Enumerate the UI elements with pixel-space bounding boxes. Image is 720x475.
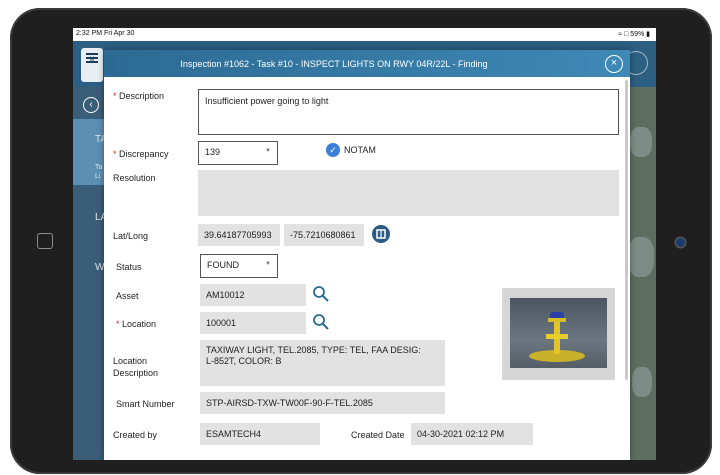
- discrepancy-label: * Discrepancy: [113, 149, 169, 159]
- location-label: * Location: [116, 319, 157, 329]
- location-description-field[interactable]: TAXIWAY LIGHT, TEL.2085, TYPE: TEL, FAA …: [200, 340, 445, 386]
- camera-icon: [676, 238, 685, 247]
- map-terrain: [632, 367, 652, 397]
- modal-header: Inspection #1062 - Task #10 - INSPECT LI…: [104, 50, 630, 77]
- hamburger-icon: [86, 53, 98, 55]
- smart-number-label: Smart Number: [116, 399, 175, 409]
- created-date-label: Created Date: [351, 430, 405, 440]
- tablet-screen: 2:32 PM Fri Apr 30 ≈ □ 59% ▮ M ‹ TA Ta L…: [73, 28, 656, 460]
- longitude-field[interactable]: -75.7210680861: [284, 224, 364, 246]
- asset-field[interactable]: AM10012: [200, 284, 306, 306]
- status-label: Status: [116, 262, 142, 272]
- location-search-icon[interactable]: [312, 313, 330, 331]
- bg-text-2: Ta: [95, 164, 103, 171]
- created-by-label: Created by: [113, 430, 158, 440]
- back-arrow-icon[interactable]: ‹: [83, 97, 99, 113]
- finding-modal: Inspection #1062 - Task #10 - INSPECT LI…: [104, 50, 630, 460]
- chevron-down-icon: ▼: [265, 261, 271, 267]
- latlong-label: Lat/Long: [113, 231, 149, 241]
- chevron-down-icon: ▼: [265, 148, 271, 154]
- menu-button[interactable]: M: [81, 48, 103, 82]
- modal-title: Inspection #1062 - Task #10 - INSPECT LI…: [180, 59, 488, 69]
- location-description-label: Location Description: [113, 356, 159, 378]
- bg-text-3: Li: [95, 173, 101, 180]
- background-side-panel: ‹ TA Ta Li LA W: [73, 87, 107, 460]
- asset-photo: [510, 298, 607, 368]
- resolution-input[interactable]: [198, 170, 619, 216]
- home-button[interactable]: [37, 233, 53, 249]
- smart-number-field[interactable]: STP-AIRSD-TXW-TW00F-90-F-TEL.2085: [200, 392, 445, 414]
- notam-label: NOTAM: [344, 145, 376, 155]
- battery-indicator: ≈ □ 59% ▮: [618, 31, 650, 38]
- description-input[interactable]: Insufficient power going to light: [198, 89, 619, 135]
- created-by-field: ESAMTECH4: [200, 423, 320, 445]
- battery-percent: 59%: [630, 31, 645, 38]
- created-date-field: 04-30-2021 02:12 PM: [411, 423, 533, 445]
- menu-label: M: [89, 57, 95, 63]
- map-terrain: [630, 127, 652, 157]
- asset-search-icon[interactable]: [312, 285, 330, 303]
- asset-photo-frame[interactable]: [502, 288, 615, 380]
- latitude-field[interactable]: 39.64187705993: [198, 224, 280, 246]
- map-pin-icon[interactable]: [372, 225, 390, 243]
- resolution-label: Resolution: [113, 173, 156, 183]
- description-label: * Description: [113, 91, 165, 101]
- location-field[interactable]: 100001: [200, 312, 306, 334]
- notam-checkbox[interactable]: ✓: [326, 143, 340, 157]
- status-time: 2:32 PM Fri Apr 30: [76, 30, 135, 37]
- modal-scrollbar[interactable]: [625, 80, 628, 380]
- close-icon[interactable]: ×: [605, 55, 623, 73]
- background-map: [626, 87, 656, 460]
- asset-label: Asset: [116, 291, 139, 301]
- status-select[interactable]: FOUND ▼: [200, 254, 278, 278]
- map-terrain: [628, 237, 654, 277]
- status-bar: 2:32 PM Fri Apr 30 ≈ □ 59% ▮: [73, 28, 656, 41]
- discrepancy-select[interactable]: 139 ▼: [198, 141, 278, 165]
